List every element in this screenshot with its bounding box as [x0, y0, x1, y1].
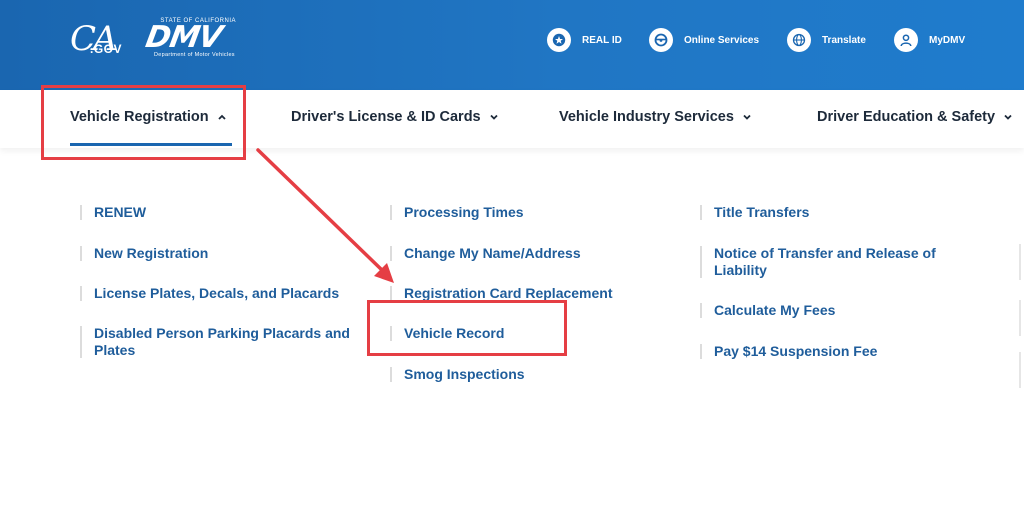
- star-icon: [547, 28, 571, 52]
- nav-drivers-license[interactable]: Driver's License & ID Cards: [291, 109, 499, 125]
- chevron-down-icon: [743, 114, 751, 120]
- user-icon: [894, 28, 918, 52]
- highlight-box-vehicle-record: [367, 300, 567, 356]
- menu-link-renew[interactable]: RENEW: [80, 204, 146, 221]
- mydmv-link[interactable]: MyDMV: [894, 27, 965, 53]
- highlight-box-nav: [41, 85, 246, 160]
- menu-link-notice-of-transfer[interactable]: Notice of Transfer and Release of Liabil…: [700, 245, 970, 279]
- menu-link-change-name-address[interactable]: Change My Name/Address: [390, 245, 581, 262]
- menu-link-license-plates[interactable]: License Plates, Decals, and Placards: [80, 285, 339, 302]
- menu-link-disabled-placards[interactable]: Disabled Person Parking Placards and Pla…: [80, 325, 370, 359]
- chevron-down-icon: [1004, 114, 1012, 120]
- header-bar: CA .GOV STATE OF CALIFORNIA DMV Departme…: [0, 0, 1024, 90]
- menu-link-new-registration[interactable]: New Registration: [80, 245, 208, 262]
- globe-icon: [787, 28, 811, 52]
- menu-link-smog-inspections[interactable]: Smog Inspections: [390, 366, 525, 383]
- scroll-edge: [1019, 300, 1021, 336]
- dmv-logo[interactable]: STATE OF CALIFORNIA DMV Department of Mo…: [143, 18, 244, 58]
- nav-vehicle-industry[interactable]: Vehicle Industry Services: [559, 109, 752, 125]
- menu-link-processing-times[interactable]: Processing Times: [390, 204, 524, 221]
- menu-link-title-transfers[interactable]: Title Transfers: [700, 204, 809, 221]
- scroll-edge: [1019, 352, 1021, 388]
- scroll-edge: [1019, 244, 1021, 280]
- real-id-link[interactable]: REAL ID: [547, 27, 622, 53]
- nav-driver-education[interactable]: Driver Education & Safety: [817, 109, 1013, 125]
- translate-link[interactable]: Translate: [787, 27, 866, 53]
- ca-gov-logo[interactable]: CA .GOV: [70, 22, 122, 56]
- menu-link-suspension-fee[interactable]: Pay $14 Suspension Fee: [700, 343, 877, 360]
- menu-link-calculate-fees[interactable]: Calculate My Fees: [700, 302, 835, 319]
- steering-wheel-icon: [649, 28, 673, 52]
- online-services-link[interactable]: Online Services: [649, 27, 759, 53]
- chevron-down-icon: [489, 114, 498, 120]
